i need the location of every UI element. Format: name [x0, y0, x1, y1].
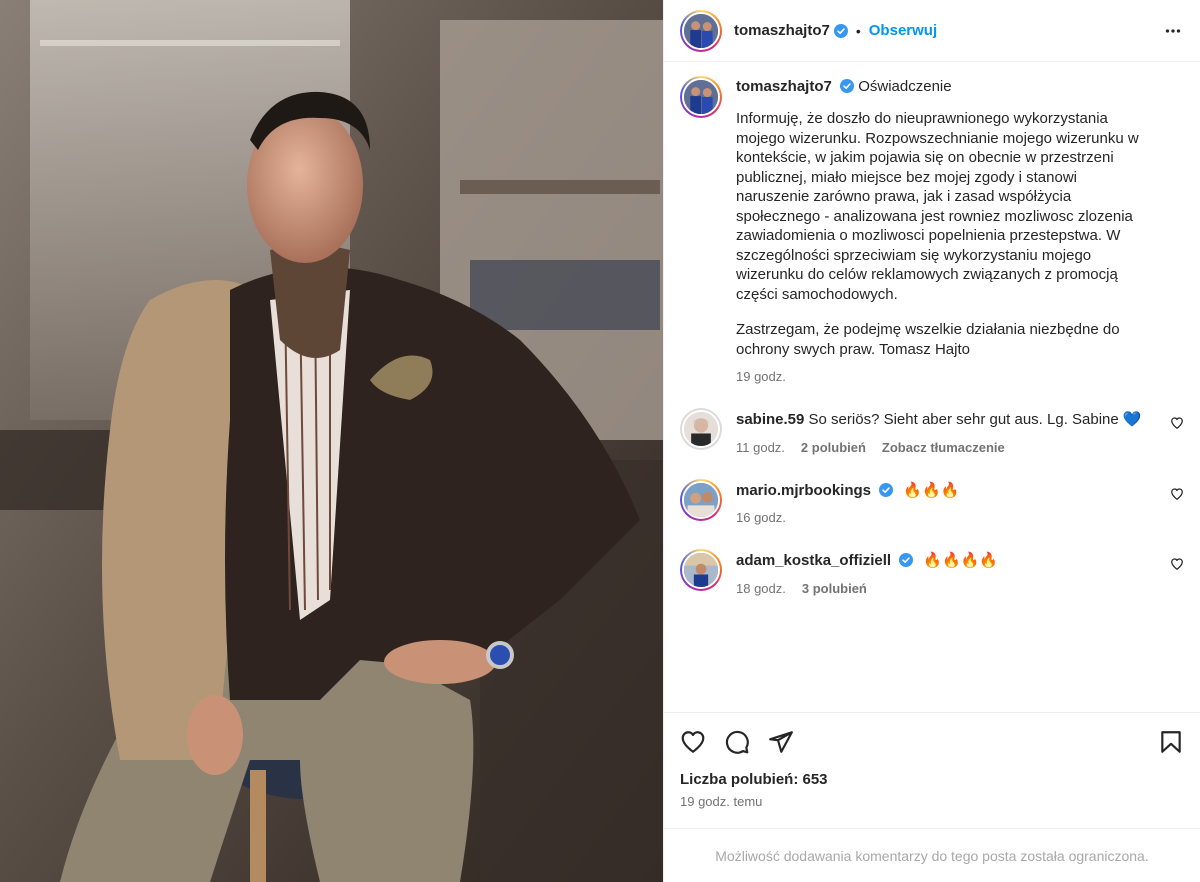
comment-item: adam_kostka_offiziell 🔥🔥🔥🔥 18 godz. 3 po… [680, 549, 1184, 596]
see-translation-link[interactable]: Zobacz tłumaczenie [882, 440, 1005, 455]
comments-list[interactable]: tomaszhajto7 Oświadczenie Informuję, że … [664, 62, 1200, 712]
comment-meta: 18 godz. 3 polubień [736, 581, 1154, 596]
comment-username[interactable]: sabine.59 [736, 411, 804, 428]
header-separator: • [855, 22, 861, 39]
post-photo-illustration [0, 0, 663, 882]
comment-meta: 11 godz. 2 polubień Zobacz tłumaczenie [736, 440, 1154, 455]
comment-username[interactable]: adam_kostka_offiziell [736, 552, 891, 569]
likes-count[interactable]: Liczba polubień: 653 [680, 771, 1184, 788]
comment-time[interactable]: 16 godz. [736, 510, 786, 525]
comment-meta: 16 godz. [736, 510, 1154, 525]
comment-text: 🔥🔥🔥 [903, 481, 960, 499]
post-image[interactable] [0, 0, 663, 882]
verified-badge-icon [840, 79, 855, 93]
post-time[interactable]: 19 godz. temu [680, 794, 1184, 809]
comment-avatar[interactable] [680, 408, 722, 450]
comment-avatar[interactable] [680, 478, 722, 521]
post-header: tomaszhajto7 • Obserwuj [664, 0, 1200, 62]
caption-avatar-image [684, 80, 718, 114]
comment-body: adam_kostka_offiziell 🔥🔥🔥🔥 18 godz. 3 po… [736, 549, 1184, 596]
caption-time[interactable]: 19 godz. [736, 369, 786, 384]
comment-likes[interactable]: 3 polubień [802, 581, 867, 596]
verified-badge-icon [899, 553, 914, 567]
comments-restricted-notice: Możliwość dodawania komentarzy do tego p… [664, 828, 1200, 882]
comment-body: sabine.59 So seriös? Sieht aber sehr gut… [736, 408, 1184, 455]
verified-badge-icon [833, 23, 848, 38]
caption-body: tomaszhajto7 Oświadczenie Informuję, że … [736, 76, 1184, 384]
author-avatar-image [684, 13, 718, 48]
follow-button[interactable]: Obserwuj [869, 22, 937, 39]
like-comment-heart-icon[interactable] [1170, 416, 1184, 430]
action-icons [680, 727, 1184, 757]
save-bookmark-icon[interactable] [1158, 729, 1184, 755]
commenter-avatar-image [684, 412, 718, 446]
instagram-post-modal: tomaszhajto7 • Obserwuj tomaszhajto7 Ośw… [0, 0, 1200, 882]
comment-text: So seriös? Sieht aber sehr gut aus. Lg. … [808, 411, 1142, 428]
author-username[interactable]: tomaszhajto7 [734, 22, 830, 39]
share-paper-plane-icon[interactable] [768, 729, 794, 755]
commenter-avatar-image [684, 553, 718, 587]
caption-username[interactable]: tomaszhajto7 [736, 78, 832, 95]
comment-likes[interactable]: 2 polubień [801, 440, 866, 455]
more-options-icon[interactable] [1162, 20, 1184, 42]
caption-avatar[interactable] [680, 76, 722, 118]
comment-item: sabine.59 So seriös? Sieht aber sehr gut… [680, 408, 1184, 455]
comment-time[interactable]: 11 godz. [736, 440, 785, 455]
post-actions: Liczba polubień: 653 19 godz. temu [664, 712, 1200, 828]
comment-body: mario.mjrbookings 🔥🔥🔥 16 godz. [736, 479, 1184, 526]
comment-time[interactable]: 18 godz. [736, 581, 786, 596]
caption-paragraph-2: Zastrzegam, że podejmę wszelkie działani… [736, 321, 1120, 358]
caption-paragraph-1: Informuję, że doszło do nieuprawnionego … [736, 110, 1139, 303]
caption-meta: 19 godz. [736, 369, 1154, 384]
post-side-panel: tomaszhajto7 • Obserwuj tomaszhajto7 Ośw… [663, 0, 1200, 882]
commenter-avatar-image [684, 482, 718, 517]
verified-badge-icon [879, 482, 894, 497]
post-caption: tomaszhajto7 Oświadczenie Informuję, że … [680, 76, 1184, 384]
comment-item: mario.mjrbookings 🔥🔥🔥 16 godz. [680, 478, 1184, 526]
comment-username[interactable]: mario.mjrbookings [736, 482, 871, 499]
like-comment-heart-icon[interactable] [1170, 487, 1184, 501]
like-heart-icon[interactable] [680, 729, 706, 755]
comment-text: 🔥🔥🔥🔥 [923, 552, 999, 569]
comment-bubble-icon[interactable] [724, 729, 750, 755]
author-avatar[interactable] [680, 9, 722, 52]
comment-avatar[interactable] [680, 549, 722, 591]
caption-title: Oświadczenie [858, 78, 952, 95]
like-comment-heart-icon[interactable] [1170, 557, 1184, 571]
